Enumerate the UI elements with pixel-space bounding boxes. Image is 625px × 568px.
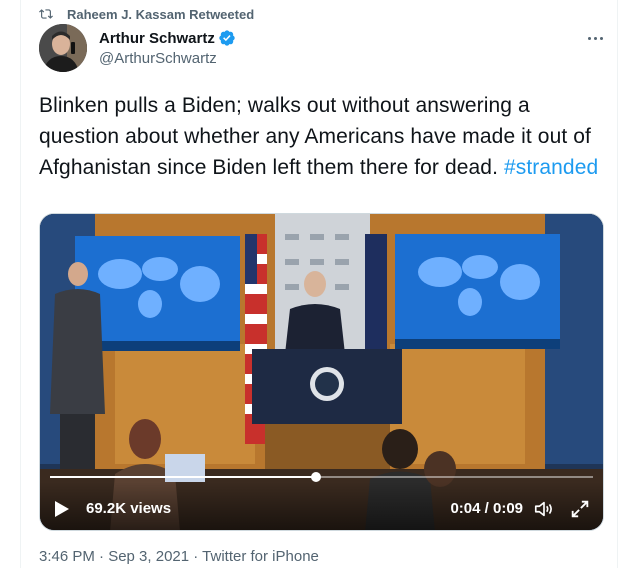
volume-icon[interactable] (533, 498, 555, 520)
tweet-timestamp-source[interactable]: 3:46 PM · Sep 3, 2021 · Twitter for iPho… (39, 548, 319, 565)
retweet-label: Raheem J. Kassam Retweeted (67, 6, 255, 22)
hashtag-link[interactable]: #stranded (504, 156, 598, 179)
video-progress-bar[interactable] (50, 472, 593, 482)
video-progress-fill (50, 476, 317, 478)
retweet-icon (39, 9, 53, 19)
video-scrubber[interactable] (311, 472, 322, 482)
video-time: 0:04 / 0:09 (450, 500, 523, 517)
more-options-icon[interactable] (585, 30, 605, 46)
author-handle[interactable]: @ArthurSchwartz (99, 50, 236, 67)
tweet-card[interactable]: Raheem J. Kassam Retweeted Arthur Schwar… (20, 0, 618, 568)
retweet-indicator[interactable]: Raheem J. Kassam Retweeted (39, 6, 254, 22)
play-icon[interactable] (54, 500, 70, 518)
tweet-text: Blinken pulls a Biden; walks out without… (39, 90, 599, 183)
video-player[interactable]: 69.2K views 0:04 / 0:09 (39, 213, 604, 531)
author-name[interactable]: Arthur Schwartz (99, 30, 215, 47)
avatar[interactable] (39, 24, 87, 72)
view-count: 69.2K views (86, 500, 172, 517)
verified-badge-icon (219, 30, 235, 46)
fullscreen-icon[interactable] (569, 498, 591, 520)
